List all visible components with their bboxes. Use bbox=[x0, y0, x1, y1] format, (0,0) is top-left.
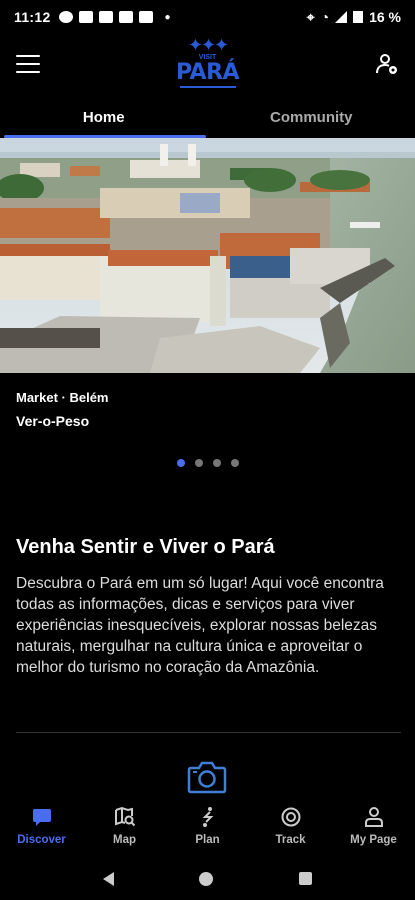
gmail-icon bbox=[98, 11, 113, 23]
battery-icon bbox=[353, 11, 364, 23]
carousel-dot[interactable] bbox=[212, 459, 221, 467]
nav-discover[interactable]: Discover bbox=[0, 795, 83, 857]
recent-apps-icon[interactable] bbox=[299, 872, 313, 885]
status-bar: 11:12 ● ⌖ ◔ 16 % bbox=[0, 0, 415, 34]
back-icon[interactable] bbox=[102, 871, 114, 886]
intro-section: Venha Sentir e Viver o Pará Descubra o P… bbox=[16, 536, 401, 678]
notification-icons bbox=[58, 11, 153, 23]
carousel-caption: Market · Belém Ver-o-Peso bbox=[16, 390, 108, 429]
tab-home[interactable]: Home bbox=[0, 96, 208, 138]
carousel-pagination bbox=[0, 459, 415, 467]
intro-title: Venha Sentir e Viver o Pará bbox=[16, 536, 275, 558]
location-icon: ⌖ bbox=[306, 8, 315, 25]
camera-icon[interactable] bbox=[187, 760, 227, 794]
map-search-icon bbox=[114, 806, 135, 827]
nav-my-page[interactable]: My Page bbox=[332, 795, 415, 857]
nav-discover-label: Discover bbox=[17, 834, 66, 846]
battery-percent: 16 % bbox=[369, 9, 401, 25]
ver-o-peso-aerial-photo bbox=[0, 138, 415, 373]
section-divider bbox=[16, 732, 401, 733]
user-settings-icon[interactable] bbox=[375, 52, 399, 76]
nav-plan-label: Plan bbox=[195, 834, 220, 846]
system-navigation-bar bbox=[0, 857, 415, 900]
carousel-title: Ver-o-Peso bbox=[16, 413, 90, 429]
system-status: ⌖ ◔ 16 % bbox=[307, 9, 401, 26]
carousel-dot[interactable] bbox=[230, 459, 239, 467]
target-icon bbox=[281, 807, 300, 827]
nav-map[interactable]: Map bbox=[83, 795, 166, 857]
signal-icon bbox=[335, 11, 348, 23]
person-icon bbox=[364, 807, 383, 827]
tab-community[interactable]: Community bbox=[208, 96, 415, 138]
whatsapp-icon bbox=[58, 11, 73, 23]
tab-bar: Home Community bbox=[0, 96, 415, 138]
logo-birds-icon: ✦✦✦ bbox=[187, 35, 229, 55]
carousel-image[interactable] bbox=[0, 138, 415, 373]
nav-plan[interactable]: Plan bbox=[166, 795, 249, 857]
more-notifications-icon: ● bbox=[164, 11, 171, 23]
home-icon[interactable] bbox=[199, 871, 214, 886]
carousel-dot[interactable] bbox=[176, 459, 185, 467]
carousel-subtitle: Market · Belém bbox=[16, 390, 109, 405]
logo-main-text: PARÁ bbox=[175, 60, 240, 85]
bottom-navigation: Discover Map Plan Track My Page bbox=[0, 795, 415, 857]
mail-icon bbox=[138, 11, 153, 23]
carousel-dot[interactable] bbox=[194, 459, 203, 467]
route-icon bbox=[202, 807, 213, 827]
nav-track-label: Track bbox=[275, 834, 306, 846]
wifi-icon: ◔ bbox=[320, 9, 330, 25]
status-time: 11:12 bbox=[14, 9, 51, 25]
nav-track[interactable]: Track bbox=[249, 795, 332, 857]
hamburger-menu-icon[interactable] bbox=[16, 55, 40, 73]
nav-map-label: Map bbox=[113, 834, 136, 846]
chat-bubble-icon bbox=[32, 809, 51, 826]
youtube-icon bbox=[118, 11, 133, 23]
gmail-icon bbox=[78, 11, 93, 23]
visit-para-logo: ✦✦✦ VISIT PARÁ bbox=[168, 36, 248, 92]
app-header: ✦✦✦ VISIT PARÁ bbox=[0, 34, 415, 94]
logo-underline bbox=[179, 86, 236, 88]
nav-my-page-label: My Page bbox=[350, 834, 397, 846]
intro-text: Descubra o Pará em um só lugar! Aqui voc… bbox=[16, 575, 384, 676]
